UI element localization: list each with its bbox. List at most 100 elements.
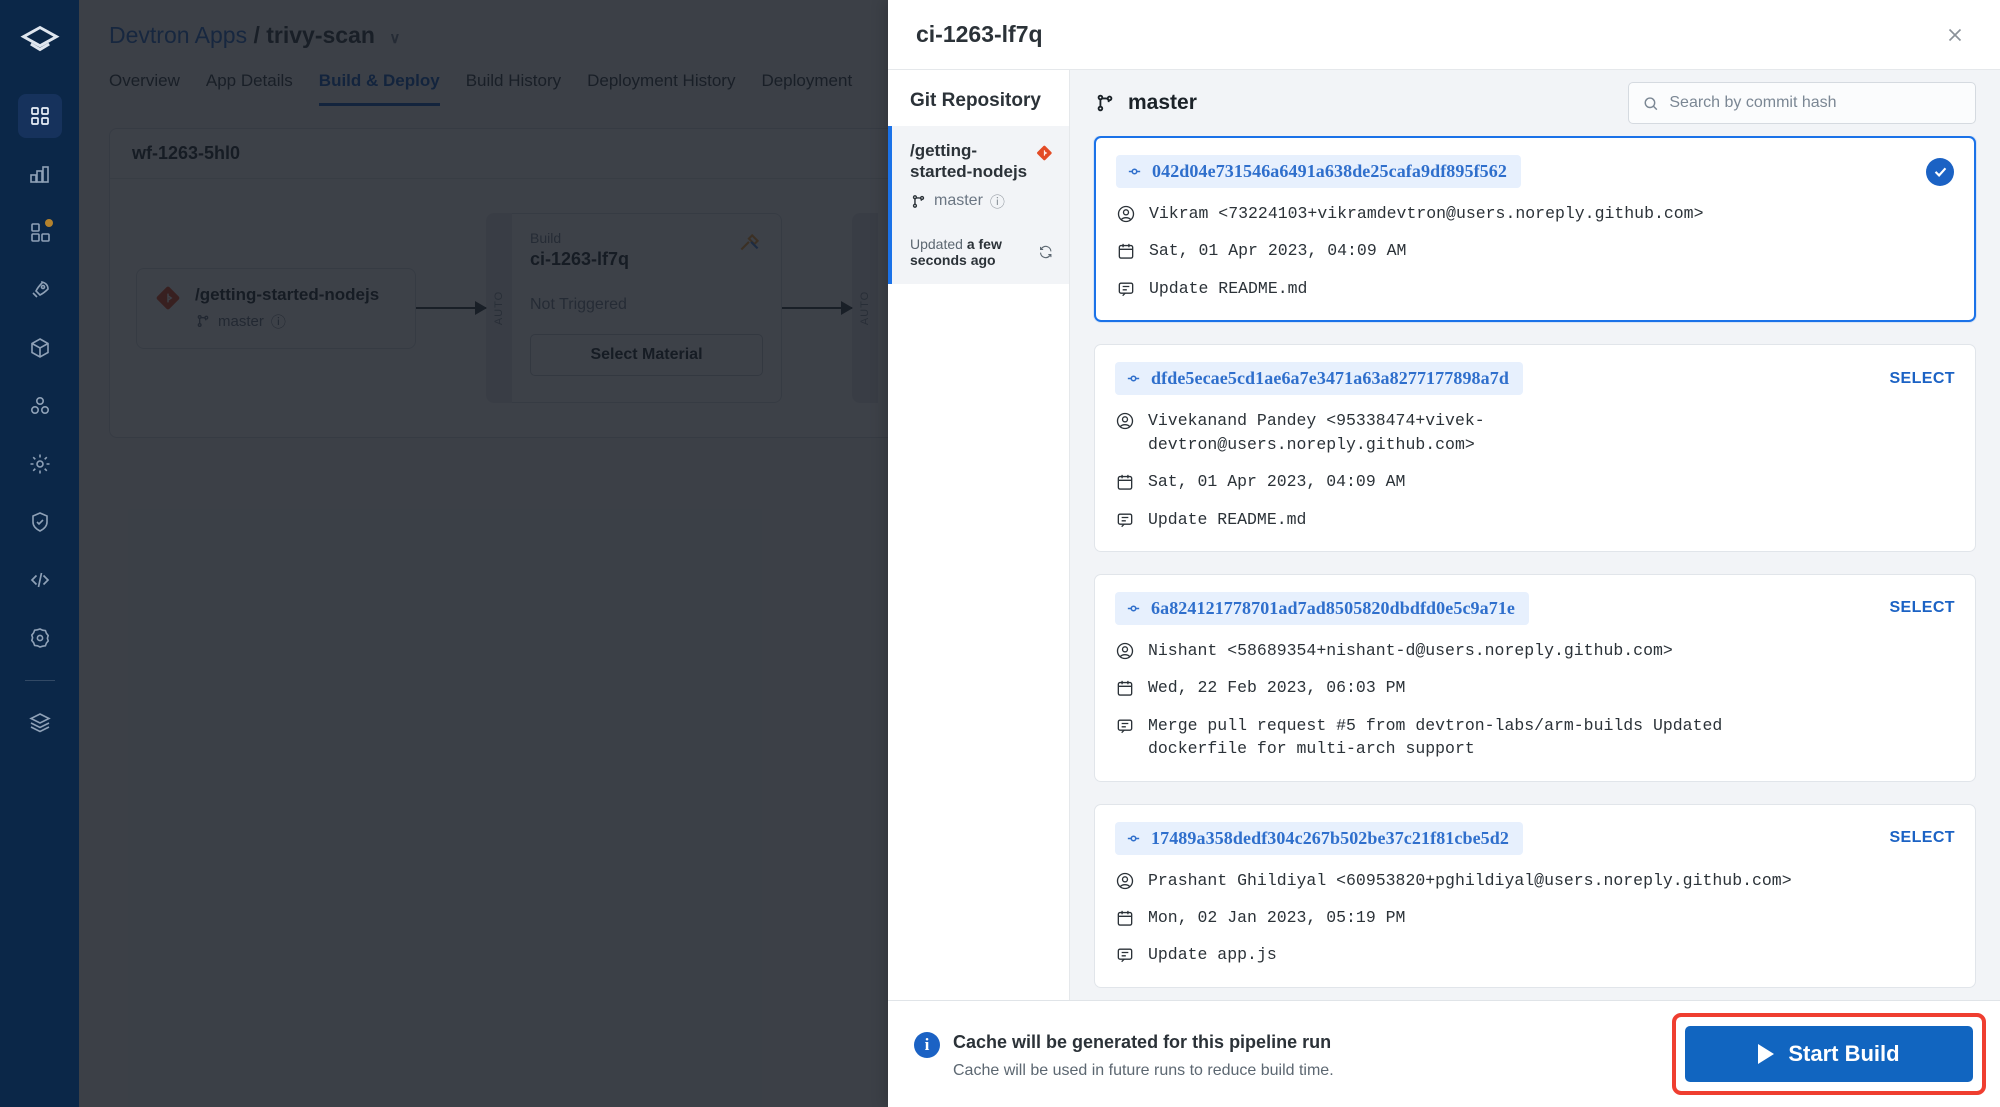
commit-icon <box>1127 835 1140 842</box>
commit-selected-check-icon[interactable] <box>1926 157 1954 186</box>
close-icon[interactable] <box>1938 18 1972 52</box>
commit-author-row: Prashant Ghildiyal <60953820+pghildiyal@… <box>1115 869 1955 892</box>
git-repository-item[interactable]: /getting-started-nodejs master ⓘ Updated… <box>888 126 1069 284</box>
git-branch-icon <box>912 194 925 208</box>
user-icon <box>1116 204 1136 224</box>
commit-select-button[interactable]: SELECT <box>1889 370 1955 388</box>
git-repository-branch-label: master <box>934 192 983 209</box>
commit-hash: 17489a358dedf304c267b502be37c21f81cbe5d2 <box>1151 827 1509 848</box>
sidebar-item-clusters[interactable] <box>18 384 62 428</box>
git-repository-name: /getting-started-nodejs <box>910 141 1028 182</box>
sidebar-item-code[interactable] <box>18 558 62 602</box>
git-diamond-icon <box>1037 145 1052 161</box>
left-nav-rail <box>0 0 79 1107</box>
commit-card[interactable]: dfde5ecae5cd1ae6a7e3471a63a8277177898a7d… <box>1094 344 1976 552</box>
commit-card[interactable]: 17489a358dedf304c267b502be37c21f81cbe5d2… <box>1094 803 1976 988</box>
commit-pane: master Search by commit hash 042d04e7315… <box>1070 70 2000 1000</box>
calendar-icon <box>1115 908 1135 928</box>
commit-hash-chip[interactable]: 17489a358dedf304c267b502be37c21f81cbe5d2 <box>1115 821 1523 855</box>
git-repository-updated: Updated a few seconds ago <box>910 236 1038 268</box>
commit-hash: 042d04e731546a6491a638de25cafa9df895f562 <box>1152 161 1507 181</box>
commit-hash-chip[interactable]: 042d04e731546a6491a638de25cafa9df895f562 <box>1116 155 1521 188</box>
search-input[interactable] <box>1669 94 1962 112</box>
commit-message: Merge pull request #5 from devtron-labs/… <box>1148 715 1723 759</box>
sidebar-item-deployments[interactable] <box>18 268 62 312</box>
commit-select-button[interactable]: SELECT <box>1889 599 1955 617</box>
commit-message: Update README.md <box>1148 509 1307 529</box>
sidebar-item-chart-store[interactable] <box>18 152 62 196</box>
commit-date-row: Sat, 01 Apr 2023, 04:09 AM <box>1116 239 1954 262</box>
commit-date-row: Wed, 22 Feb 2023, 06:03 PM <box>1115 676 1955 699</box>
commit-author: Nishant <58689354+nishant-d@users.norepl… <box>1148 640 1673 660</box>
calendar-icon <box>1116 241 1136 261</box>
commit-author-row: Vivekanand Pandey <95338474+vivek-devtro… <box>1115 409 1955 456</box>
sidebar-item-resource-browser[interactable] <box>18 326 62 370</box>
sidebar-item-security[interactable] <box>18 500 62 544</box>
calendar-icon <box>1115 472 1135 492</box>
info-circle-icon: i <box>914 1032 940 1058</box>
commit-message-row: Update app.js <box>1115 943 1955 966</box>
commit-date-row: Mon, 02 Jan 2023, 05:19 PM <box>1115 906 1955 929</box>
start-build-label: Start Build <box>1788 1041 1900 1066</box>
commit-author-row: Nishant <58689354+nishant-d@users.norepl… <box>1115 639 1955 662</box>
commit-hash: dfde5ecae5cd1ae6a7e3471a63a8277177898a7d <box>1151 368 1509 389</box>
modal-header: ci-1263-lf7q <box>888 0 2000 70</box>
commit-author: Vivekanand Pandey <95338474+vivek-devtro… <box>1148 411 1485 454</box>
modal-body: Git Repository /getting-started-nodejs m… <box>888 70 2000 1000</box>
commit-branch-label: master <box>1128 91 1197 114</box>
commit-date: Wed, 22 Feb 2023, 06:03 PM <box>1148 678 1406 698</box>
modal-footer: i Cache will be generated for this pipel… <box>888 1000 2000 1107</box>
sidebar-item-applications[interactable] <box>17 94 62 138</box>
commit-hash-chip[interactable]: 6a824121778701ad7ad8505820dbdfd0e5c9a71e <box>1115 591 1530 625</box>
sidebar-item-jobs[interactable] <box>18 210 62 254</box>
app-screen: Devtron Apps / trivy-scan ∨ Overview App… <box>0 0 2000 1107</box>
commit-icon <box>1128 168 1141 175</box>
commit-list[interactable]: 042d04e731546a6491a638de25cafa9df895f562… <box>1070 136 2000 1000</box>
commit-message: Update README.md <box>1149 278 1308 298</box>
commit-message-row: Update README.md <box>1115 508 1955 531</box>
sidebar-item-stack-manager[interactable] <box>18 701 62 745</box>
refresh-icon[interactable] <box>1038 241 1053 263</box>
git-branch-icon <box>1097 94 1113 112</box>
search-icon <box>1644 96 1658 110</box>
commit-message-row: Update README.md <box>1116 277 1954 300</box>
git-repository-pane: Git Repository /getting-started-nodejs m… <box>888 70 1070 1000</box>
commit-author-row: Vikram <73224103+vikramdevtron@users.nor… <box>1116 202 1954 225</box>
commit-icon <box>1127 375 1140 382</box>
sidebar-item-settings[interactable] <box>18 616 62 660</box>
commit-author: Vikram <73224103+vikramdevtron@users.nor… <box>1149 204 1704 223</box>
user-icon <box>1115 641 1135 661</box>
commit-message-row: Merge pull request #5 from devtron-labs/… <box>1115 714 1955 761</box>
sidebar-item-global-configurations[interactable] <box>18 442 62 486</box>
commit-select-button[interactable]: SELECT <box>1889 829 1955 847</box>
commit-hash: 6a824121778701ad7ad8505820dbdfd0e5c9a71e <box>1151 597 1516 618</box>
nav-divider <box>24 680 55 681</box>
updated-label: Updated <box>910 235 963 252</box>
search-commit-box[interactable] <box>1628 82 1976 124</box>
cache-subtitle: Cache will be used in future runs to red… <box>953 1062 1334 1079</box>
commit-icon <box>1127 605 1140 612</box>
commit-author: Prashant Ghildiyal <60953820+pghildiyal@… <box>1148 870 1792 890</box>
commit-date: Sat, 01 Apr 2023, 04:09 AM <box>1149 241 1407 261</box>
play-icon <box>1758 1044 1775 1064</box>
info-circle-icon[interactable]: ⓘ <box>990 191 1005 212</box>
start-build-button[interactable]: Start Build <box>1685 1026 1973 1082</box>
git-repository-heading: Git Repository <box>910 90 1041 111</box>
commit-date-row: Sat, 01 Apr 2023, 04:09 AM <box>1115 470 1955 493</box>
modal-backdrop[interactable] <box>79 0 888 1107</box>
devtron-logo[interactable] <box>18 22 62 66</box>
cache-title: Cache will be generated for this pipelin… <box>953 1032 1332 1052</box>
user-icon <box>1115 871 1135 891</box>
cache-info: i Cache will be generated for this pipel… <box>914 1028 1334 1080</box>
commit-message: Update app.js <box>1148 945 1277 965</box>
user-icon <box>1115 411 1135 431</box>
commit-hash-chip[interactable]: dfde5ecae5cd1ae6a7e3471a63a8277177898a7d <box>1115 362 1523 396</box>
git-repository-branch: master ⓘ <box>910 191 1053 212</box>
commit-date: Mon, 02 Jan 2023, 05:19 PM <box>1148 908 1406 928</box>
modal-title: ci-1263-lf7q <box>916 21 1043 47</box>
commit-card[interactable]: 6a824121778701ad7ad8505820dbdfd0e5c9a71e… <box>1094 573 1976 782</box>
commit-pane-header: master <box>1070 70 2000 136</box>
commit-date: Sat, 01 Apr 2023, 04:09 AM <box>1148 472 1406 492</box>
select-material-modal: ci-1263-lf7q Git Repository /getting-sta… <box>888 0 2000 1107</box>
commit-card[interactable]: 042d04e731546a6491a638de25cafa9df895f562… <box>1094 136 1976 323</box>
